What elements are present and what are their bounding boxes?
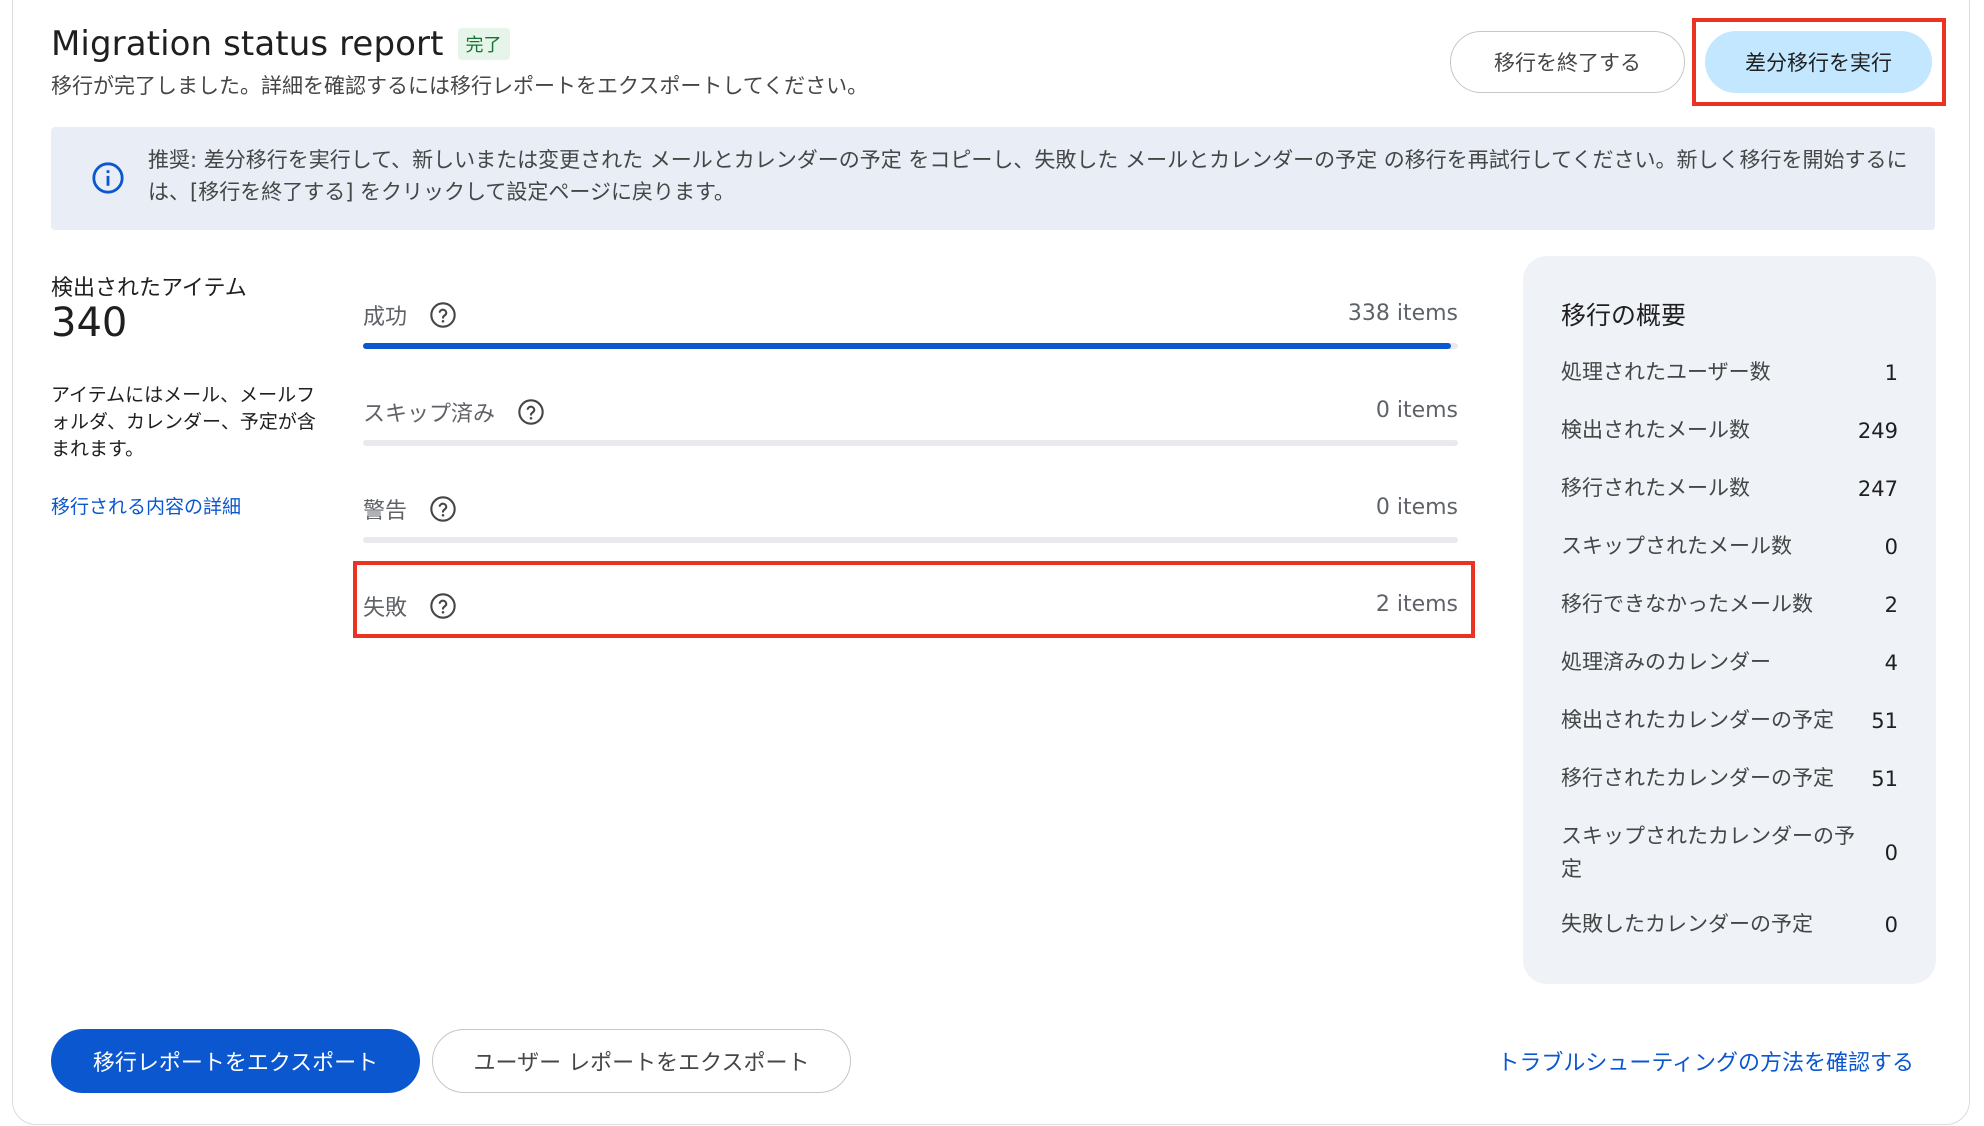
summary-row: 検出されたカレンダーの予定 51 (1561, 704, 1898, 737)
summary-value: 2 (1884, 592, 1898, 617)
summary-value: 0 (1884, 912, 1898, 937)
troubleshooting-link[interactable]: トラブルシューティングの方法を確認する (1497, 1045, 1914, 1077)
summary-row: 処理済みのカレンダー 4 (1561, 646, 1898, 679)
summary-key: 検出されたカレンダーの予定 (1561, 708, 1834, 732)
summary-key: スキップされたメール数 (1561, 534, 1792, 558)
info-icon (92, 162, 124, 194)
stat-skipped: スキップ済み 0 items (363, 396, 1458, 476)
stat-label: 警告 (363, 499, 408, 524)
summary-value: 4 (1884, 650, 1898, 675)
summary-row: 検出されたメール数 249 (1561, 414, 1898, 447)
end-migration-button[interactable]: 移行を終了する (1450, 31, 1685, 93)
progress-fill (363, 343, 1452, 349)
stat-label: スキップ済み (363, 402, 496, 427)
migration-details-link[interactable]: 移行される内容の詳細 (51, 492, 241, 519)
recommendation-text: 推奨: 差分移行を実行して、新しいまたは変更された メールとカレンダーの予定 を… (148, 148, 1908, 204)
export-user-report-button[interactable]: ユーザー レポートをエクスポート (432, 1029, 851, 1093)
summary-value: 1 (1884, 360, 1898, 385)
progress-bar (363, 440, 1458, 446)
detected-items-count: 340 (51, 300, 128, 346)
stat-label: 成功 (363, 305, 408, 330)
summary-row: 失敗したカレンダーの予定 0 (1561, 908, 1898, 941)
page-subtitle: 移行が完了しました。詳細を確認するには移行レポートをエクスポートしてください。 (51, 74, 869, 98)
status-badge: 完了 (457, 28, 510, 60)
help-icon[interactable] (517, 398, 545, 426)
summary-value: 0 (1884, 534, 1898, 559)
progress-bar (363, 343, 1458, 349)
summary-title: 移行の概要 (1561, 301, 1687, 330)
detected-items-description: アイテムにはメール、メールフォルダ、カレンダー、予定が含まれます。 (51, 384, 316, 460)
summary-key: 移行されたメール数 (1561, 476, 1750, 500)
help-icon[interactable] (429, 301, 457, 329)
summary-key: 移行できなかったメール数 (1561, 592, 1813, 616)
summary-row: 処理されたユーザー数 1 (1561, 356, 1898, 389)
summary-key: 移行されたカレンダーの予定 (1561, 766, 1834, 790)
run-delta-migration-button[interactable]: 差分移行を実行 (1705, 31, 1932, 93)
stat-value: 338 items (1347, 301, 1458, 326)
stat-success: 成功 338 items (363, 299, 1458, 379)
summary-key: 処理済みのカレンダー (1561, 650, 1771, 674)
summary-key: 失敗したカレンダーの予定 (1561, 912, 1813, 936)
detected-items-label: 検出されたアイテム (51, 276, 247, 301)
summary-value: 247 (1857, 476, 1898, 501)
title-row: Migration status report 完了 (51, 24, 510, 64)
page-title: Migration status report (51, 24, 444, 64)
summary-value: 249 (1857, 418, 1898, 443)
stat-value: 0 items (1375, 495, 1458, 520)
summary-row: 移行されたカレンダーの予定 51 (1561, 762, 1898, 795)
help-icon[interactable] (429, 495, 457, 523)
summary-row: スキップされたカレンダーの予定 0 (1561, 820, 1898, 886)
stat-value: 0 items (1375, 398, 1458, 423)
summary-row: 移行されたメール数 247 (1561, 472, 1898, 505)
summary-row: スキップされたメール数 0 (1561, 530, 1898, 563)
migration-summary-panel: 移行の概要 処理されたユーザー数 1 検出されたメール数 249 移行されたメー… (1523, 256, 1936, 984)
recommendation-banner: 推奨: 差分移行を実行して、新しいまたは変更された メールとカレンダーの予定 を… (51, 127, 1935, 230)
summary-row: 移行できなかったメール数 2 (1561, 588, 1898, 621)
export-migration-report-button[interactable]: 移行レポートをエクスポート (51, 1029, 420, 1093)
summary-value: 0 (1884, 841, 1898, 865)
summary-value: 51 (1871, 708, 1898, 733)
summary-value: 51 (1871, 766, 1898, 791)
failed-row-highlight (353, 561, 1475, 638)
summary-key: 処理されたユーザー数 (1561, 360, 1771, 384)
summary-key: 検出されたメール数 (1561, 418, 1750, 442)
summary-key: スキップされたカレンダーの予定 (1561, 824, 1855, 881)
progress-bar (363, 537, 1458, 543)
